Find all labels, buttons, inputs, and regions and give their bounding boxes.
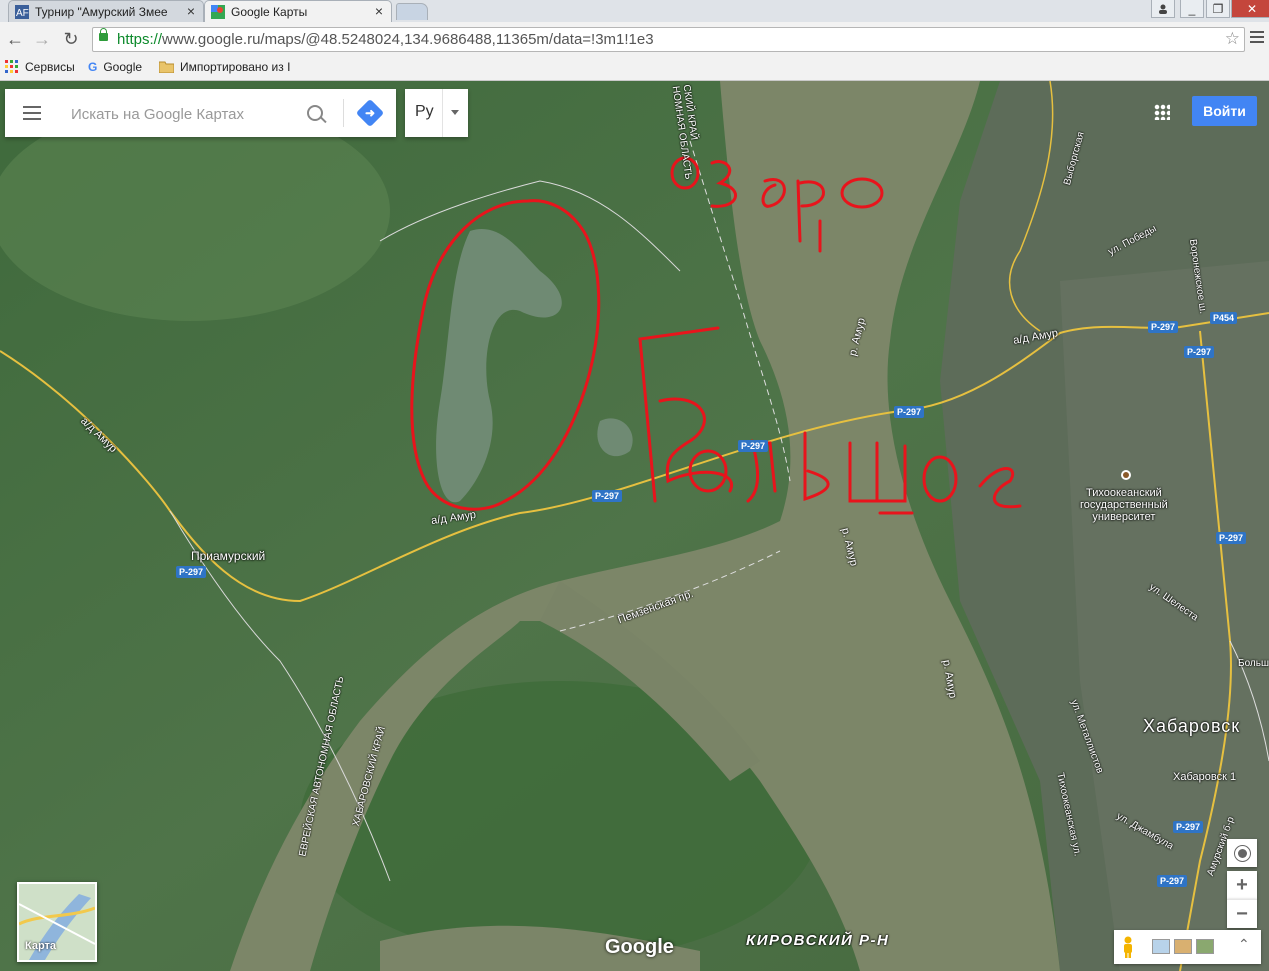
map-view-toggle[interactable]: Карта bbox=[17, 882, 97, 962]
divider bbox=[343, 99, 344, 127]
svg-text:AF: AF bbox=[16, 8, 29, 19]
university-label: Тихоокеанский государственный университе… bbox=[1080, 487, 1168, 523]
bookmark-star-icon[interactable]: ☆ bbox=[1225, 29, 1240, 49]
reload-icon[interactable]: ↻ bbox=[60, 28, 82, 50]
tab-google-maps[interactable]: Google Карты × bbox=[204, 0, 392, 22]
bookmarks-bar: Сервисы G Google Импортировано из I bbox=[0, 56, 1269, 81]
expand-icon[interactable]: ⌃ bbox=[1238, 936, 1250, 953]
bookmark-google[interactable]: G Google bbox=[88, 60, 142, 74]
satellite-map[interactable]: а/д Амур а/д Амур а/д Амур Приамурский р… bbox=[0, 81, 1269, 971]
route-shield: Р-297 bbox=[176, 566, 207, 578]
maximize-icon[interactable]: ❐ bbox=[1206, 0, 1230, 18]
bookmark-apps[interactable]: Сервисы bbox=[5, 60, 75, 74]
bookmark-label: Импортировано из I bbox=[180, 60, 291, 74]
city-label: Хабаровск bbox=[1143, 716, 1241, 736]
imagery-thumbnail[interactable] bbox=[1152, 939, 1170, 954]
tab-title: Google Карты bbox=[231, 4, 308, 19]
tab-strip: AF Турнир "Амурский Змее × Google Карты … bbox=[0, 0, 1269, 22]
search-panel: ➜ bbox=[5, 89, 396, 137]
imagery-tray: ⌃ bbox=[1114, 930, 1261, 964]
search-icon[interactable] bbox=[307, 105, 323, 121]
route-shield: Р-297 bbox=[592, 490, 623, 502]
route-shield: Р454 bbox=[1210, 312, 1238, 324]
route-shield: Р-297 bbox=[1148, 321, 1179, 333]
google-maps-favicon bbox=[211, 4, 225, 19]
folder-icon bbox=[159, 61, 174, 73]
close-tab-icon[interactable]: × bbox=[375, 3, 383, 19]
district-label: КИРОВСКИЙ Р-Н bbox=[746, 932, 890, 949]
zoom-in-button[interactable]: + bbox=[1227, 871, 1257, 899]
pegman-icon[interactable] bbox=[1122, 936, 1134, 958]
user-icon[interactable] bbox=[1151, 0, 1175, 18]
route-shield: Р-297 bbox=[1157, 875, 1188, 887]
minimize-icon[interactable]: _ bbox=[1180, 0, 1204, 18]
route-shield: Р-297 bbox=[894, 406, 925, 418]
url-text[interactable]: https://www.google.ru/maps/@48.5248024,1… bbox=[117, 31, 654, 48]
address-bar[interactable]: https://www.google.ru/maps/@48.5248024,1… bbox=[92, 27, 1245, 52]
map-toggle-label: Карта bbox=[25, 940, 57, 952]
forward-arrow-icon[interactable]: → bbox=[31, 28, 53, 50]
google-g-icon: G bbox=[88, 60, 98, 74]
bookmark-label: Сервисы bbox=[25, 60, 75, 74]
site-favicon: AF bbox=[15, 4, 29, 19]
route-shield: Р-297 bbox=[738, 440, 769, 452]
language-select[interactable]: Ру bbox=[405, 89, 468, 137]
sign-in-button[interactable]: Войти bbox=[1192, 96, 1257, 126]
search-input[interactable] bbox=[69, 101, 293, 127]
my-location-button[interactable] bbox=[1227, 839, 1257, 867]
tab-tournament[interactable]: AF Турнир "Амурский Змее × bbox=[8, 0, 204, 22]
chevron-down-icon[interactable] bbox=[451, 110, 459, 115]
university-marker-icon[interactable] bbox=[1120, 469, 1132, 481]
apps-grid-icon bbox=[5, 60, 18, 73]
street-label: Больш bbox=[1238, 658, 1269, 669]
imagery-thumbnail[interactable] bbox=[1196, 939, 1214, 954]
location-icon bbox=[1237, 848, 1247, 858]
new-tab-button[interactable] bbox=[396, 3, 428, 20]
hamburger-menu-icon[interactable] bbox=[23, 106, 41, 120]
lock-icon bbox=[99, 28, 108, 41]
window-close-icon[interactable]: ✕ bbox=[1231, 0, 1269, 18]
google-logo: Google bbox=[605, 936, 674, 958]
zoom-out-button[interactable]: − bbox=[1227, 899, 1257, 928]
close-tab-icon[interactable]: × bbox=[187, 3, 195, 19]
bookmark-imported-folder[interactable]: Импортировано из I bbox=[159, 60, 290, 74]
station-label: Хабаровск 1 bbox=[1173, 771, 1237, 783]
language-value: Ру bbox=[415, 103, 434, 120]
route-shield: Р-297 bbox=[1184, 346, 1215, 358]
route-shield: Р-297 bbox=[1173, 821, 1204, 833]
route-shield: Р-297 bbox=[1216, 532, 1247, 544]
tab-title: Турнир "Амурский Змее bbox=[35, 4, 168, 19]
chrome-menu-icon[interactable] bbox=[1250, 31, 1264, 43]
google-apps-icon[interactable] bbox=[1154, 104, 1170, 120]
bookmark-label: Google bbox=[103, 60, 143, 74]
divider bbox=[442, 89, 443, 137]
settlement-label: Приамурский bbox=[191, 549, 266, 563]
directions-icon[interactable]: ➜ bbox=[355, 98, 385, 128]
back-arrow-icon[interactable]: ← bbox=[4, 28, 26, 50]
imagery-thumbnail[interactable] bbox=[1174, 939, 1192, 954]
